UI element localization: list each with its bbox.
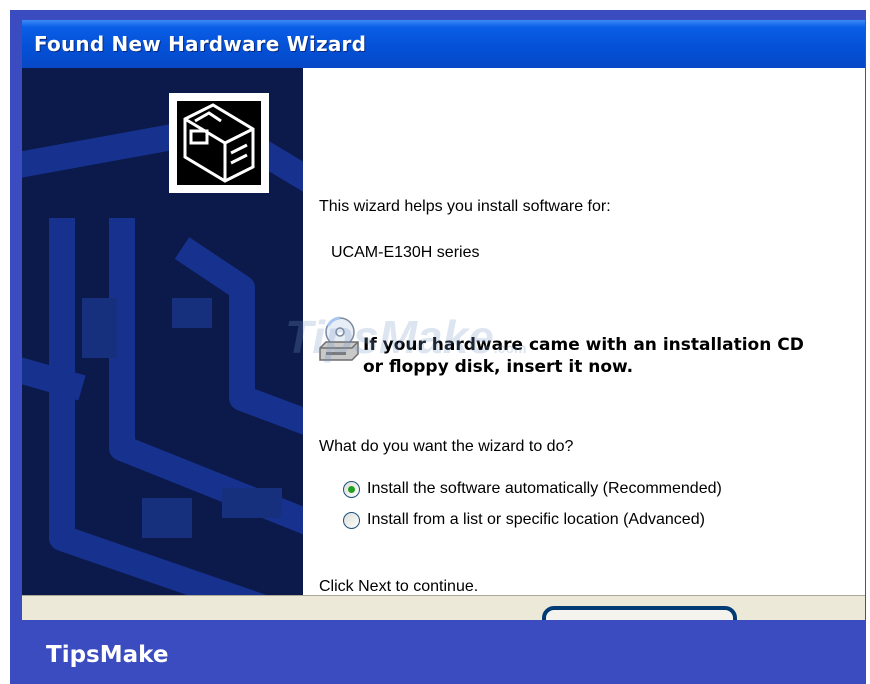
window-title: Found New Hardware Wizard <box>34 32 367 56</box>
intro-text: This wizard helps you install software f… <box>319 198 611 215</box>
watermark-text: TipsMake <box>285 311 494 363</box>
brand-label: TipsMake <box>46 642 169 668</box>
watermark-suffix: .com <box>493 340 527 356</box>
option-install-automatically[interactable]: Install the software automatically (Reco… <box>343 480 722 498</box>
next-button[interactable] <box>542 606 737 620</box>
option-label: Install from a list or specific location… <box>367 511 705 528</box>
footer-text: Click Next to continue. <box>319 578 479 595</box>
title-bar[interactable]: Found New Hardware Wizard <box>22 20 865 68</box>
radio-button[interactable] <box>343 480 360 498</box>
button-bar <box>22 595 865 620</box>
option-install-from-list[interactable]: Install from a list or specific location… <box>343 511 705 529</box>
radio-button[interactable] <box>343 511 360 529</box>
question-text: What do you want the wizard to do? <box>319 438 574 455</box>
device-name: UCAM-E130H series <box>331 244 480 261</box>
hardware-icon <box>169 93 269 193</box>
option-label: Install the software automatically (Reco… <box>367 480 722 497</box>
watermark: TipsMake.com <box>285 310 526 364</box>
wizard-side-panel <box>22 68 303 595</box>
